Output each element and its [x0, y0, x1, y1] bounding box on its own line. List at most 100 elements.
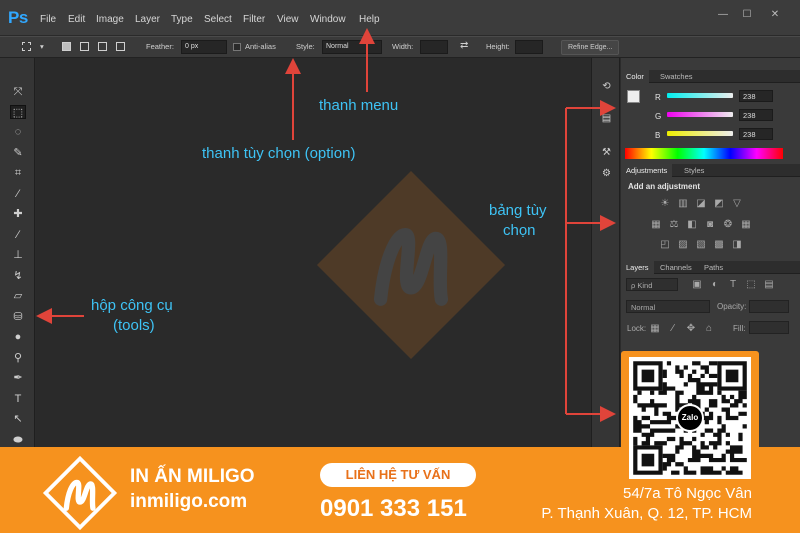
canvas-area[interactable] — [36, 58, 590, 458]
menu-view[interactable]: View — [277, 14, 299, 25]
opacity-input[interactable] — [749, 300, 789, 313]
tab-swatches[interactable]: Swatches — [655, 70, 698, 83]
color-spectrum[interactable] — [625, 148, 783, 159]
filter-adjust-icon[interactable]: ◐ — [709, 279, 721, 290]
type-tool-icon[interactable]: T — [10, 392, 26, 406]
menu-layer[interactable]: Layer — [135, 14, 160, 25]
style-select[interactable]: Normal — [322, 40, 382, 54]
channel-mixer-icon[interactable]: ❂ — [722, 219, 734, 230]
new-selection-icon[interactable] — [62, 42, 71, 51]
contact-badge: LIÊN HỆ TƯ VẤN — [320, 463, 476, 487]
menu-help[interactable]: Help — [359, 14, 380, 25]
channel-r-value[interactable]: 238 — [739, 90, 773, 102]
channel-g-slider[interactable] — [667, 112, 733, 117]
photo-filter-icon[interactable]: ◙ — [704, 219, 716, 230]
height-input[interactable] — [515, 40, 543, 54]
antialias-checkbox[interactable] — [233, 43, 241, 51]
menu-file[interactable]: File — [40, 14, 56, 25]
crop-tool-icon[interactable]: ⌗ — [10, 166, 26, 180]
posterize-icon[interactable]: ▨ — [677, 239, 689, 250]
brush-tool-icon[interactable]: ∕ — [10, 228, 26, 242]
menu-edit[interactable]: Edit — [68, 14, 85, 25]
dodge-tool-icon[interactable]: ⚲ — [10, 351, 26, 365]
foreground-swatch[interactable] — [627, 90, 640, 103]
channel-r-slider[interactable] — [667, 93, 733, 98]
phone-number[interactable]: 0901 333 151 — [320, 495, 480, 523]
marquee-tool-icon[interactable]: ⬚ — [10, 105, 26, 119]
lock-brush-icon[interactable]: ∕ — [667, 323, 679, 334]
tool-presets-icon[interactable]: ⚙ — [599, 168, 614, 181]
filter-type-icon[interactable]: T — [727, 279, 739, 290]
close-button[interactable]: ✕ — [764, 9, 786, 20]
healing-brush-icon[interactable]: ✚ — [10, 207, 26, 221]
add-selection-icon[interactable] — [80, 42, 89, 51]
menu-filter[interactable]: Filter — [243, 14, 265, 25]
stamp-tool-icon[interactable]: ⊥ — [10, 248, 26, 262]
brush-panel-icon[interactable]: ⚒ — [599, 147, 614, 160]
move-tool-icon[interactable]: ⤧ — [10, 85, 26, 99]
menu-window[interactable]: Window — [310, 14, 346, 25]
tab-paths[interactable]: Paths — [699, 261, 728, 274]
tab-color[interactable]: Color — [621, 70, 649, 83]
blur-tool-icon[interactable]: ● — [10, 330, 26, 344]
chevron-down-icon[interactable]: ▾ — [40, 42, 44, 51]
feather-input[interactable]: 0 px — [181, 40, 227, 54]
filter-shape-icon[interactable]: ⬚ — [745, 279, 757, 290]
quick-select-tool-icon[interactable]: ✎ — [10, 146, 26, 160]
kind-filter-select[interactable]: ρ Kind — [626, 278, 678, 291]
channel-b-slider[interactable] — [667, 131, 733, 136]
history-brush-icon[interactable]: ↯ — [10, 269, 26, 283]
zalo-badge: Zalo — [676, 404, 704, 432]
style-select-value: Normal — [326, 43, 349, 50]
lasso-tool-icon[interactable]: ◌ — [10, 125, 26, 139]
refine-edge-button[interactable]: Refine Edge... — [561, 40, 620, 55]
brightness-icon[interactable]: ☀ — [659, 198, 671, 209]
lock-pixels-icon[interactable]: ▦ — [649, 323, 661, 334]
black-white-icon[interactable]: ◧ — [686, 219, 698, 230]
maximize-button[interactable]: ☐ — [736, 9, 758, 20]
channel-b-value[interactable]: 238 — [739, 128, 773, 140]
curves-icon[interactable]: ◪ — [695, 198, 707, 209]
selective-color-icon[interactable]: ◨ — [731, 239, 743, 250]
blend-mode-select[interactable]: Normal — [626, 300, 710, 313]
filter-smart-icon[interactable]: ▤ — [763, 279, 775, 290]
threshold-icon[interactable]: ▧ — [695, 239, 707, 250]
path-select-icon[interactable]: ↖ — [10, 412, 26, 426]
eyedropper-tool-icon[interactable]: ⁄ — [10, 187, 26, 201]
subtract-selection-icon[interactable] — [98, 42, 107, 51]
color-lookup-icon[interactable]: ▦ — [740, 219, 752, 230]
brand-url[interactable]: inmiligo.com — [130, 491, 247, 513]
levels-icon[interactable]: ▥ — [677, 198, 689, 209]
eraser-tool-icon[interactable]: ▱ — [10, 289, 26, 303]
balance-icon[interactable]: ⚖ — [668, 219, 680, 230]
tab-layers[interactable]: Layers — [621, 261, 654, 274]
marquee-preset-icon[interactable] — [22, 42, 31, 51]
vibrance-icon[interactable]: ▦ — [650, 219, 662, 230]
swap-icon[interactable]: ⇄ — [460, 40, 468, 51]
history-icon[interactable]: ⟲ — [599, 81, 614, 94]
width-input[interactable] — [420, 40, 448, 54]
menu-type[interactable]: Type — [171, 14, 193, 25]
menu-image[interactable]: Image — [96, 14, 124, 25]
intersect-selection-icon[interactable] — [116, 42, 125, 51]
invert-icon[interactable]: ◰ — [659, 239, 671, 250]
tab-styles[interactable]: Styles — [679, 164, 709, 177]
fill-input[interactable] — [749, 321, 789, 334]
properties-icon[interactable]: ▤ — [599, 113, 614, 126]
menu-select[interactable]: Select — [204, 14, 232, 25]
shape-tool-icon[interactable]: ⬬ — [10, 433, 26, 447]
lock-all-icon[interactable]: ⌂ — [703, 323, 715, 334]
tab-adjustments[interactable]: Adjustments — [621, 164, 673, 177]
channel-g-value[interactable]: 238 — [739, 109, 773, 121]
tab-channels[interactable]: Channels — [655, 261, 697, 274]
pen-tool-icon[interactable]: ✒ — [10, 371, 26, 385]
gradient-triangle-icon[interactable]: ▽ — [731, 198, 743, 209]
exposure-icon[interactable]: ◩ — [713, 198, 725, 209]
minimize-button[interactable]: — — [712, 9, 734, 20]
qr-code[interactable]: Zalo — [629, 357, 751, 479]
paint-bucket-icon[interactable]: ⛁ — [10, 310, 26, 324]
lock-position-icon[interactable]: ✥ — [685, 323, 697, 334]
filter-pixel-icon[interactable]: ▣ — [691, 279, 703, 290]
gradient-map-icon[interactable]: ▩ — [713, 239, 725, 250]
panel-dock: ⟲ ▤ ⚒ ⚙ — [591, 58, 620, 458]
